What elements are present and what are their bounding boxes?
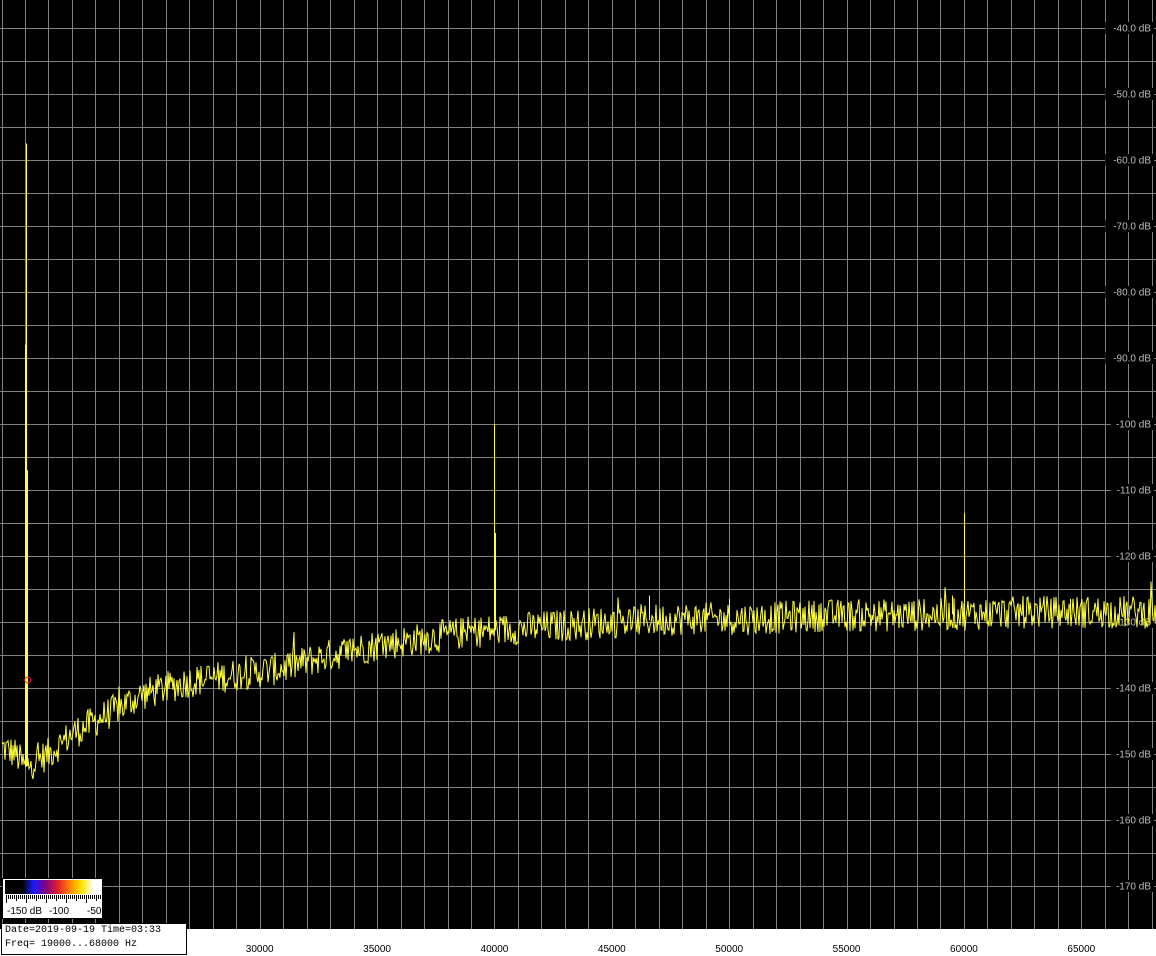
y-tick-label: -40.0 dB <box>1113 24 1151 35</box>
x-tick-label: 60000 <box>950 944 978 955</box>
y-tick-label: -120 dB <box>1116 552 1151 563</box>
color-scale-ticks <box>6 895 101 903</box>
x-tick-label: 65000 <box>1067 944 1095 955</box>
x-tick-label: 45000 <box>598 944 626 955</box>
legend-high-label: -50 <box>87 906 102 917</box>
y-tick-label: -170 dB <box>1116 882 1151 893</box>
y-tick-label: -140 dB <box>1116 684 1151 695</box>
y-tick-label: -50.0 dB <box>1113 90 1151 101</box>
color-scale-legend: -150 dB -100 -50 <box>2 878 103 919</box>
y-tick-label: -160 dB <box>1116 816 1151 827</box>
color-scale-gradient <box>5 880 101 894</box>
frequency-range-line: Freq= 19000...68000 Hz <box>5 939 138 950</box>
y-tick-label: -70.0 dB <box>1113 222 1151 233</box>
legend-mid-label: -100 <box>49 906 70 917</box>
y-tick-label: -150 dB <box>1116 750 1151 761</box>
legend-low-label: -150 dB <box>7 906 43 917</box>
date-time-line: Date=2019-09-19 Time=03:33 <box>5 925 162 936</box>
x-tick-label: 50000 <box>715 944 743 955</box>
x-tick-label: 40000 <box>481 944 509 955</box>
x-tick-label: 35000 <box>363 944 391 955</box>
y-tick-label: -90.0 dB <box>1113 354 1151 365</box>
spectrum-plot: 30000 35000 40000 45000 50000 55000 60000 65000… <box>0 0 1156 956</box>
y-tick-label: -100 dB <box>1116 420 1151 431</box>
x-tick-label: 30000 <box>246 944 274 955</box>
x-tick-label: 55000 <box>833 944 861 955</box>
y-tick-label: -60.0 dB <box>1113 156 1151 167</box>
y-tick-label: -80.0 dB <box>1113 288 1151 299</box>
y-tick-label: -110 dB <box>1117 486 1152 497</box>
plot-background <box>0 0 1156 956</box>
info-box: Date=2019-09-19 Time=03:33 Freq= 19000..… <box>1 923 187 955</box>
